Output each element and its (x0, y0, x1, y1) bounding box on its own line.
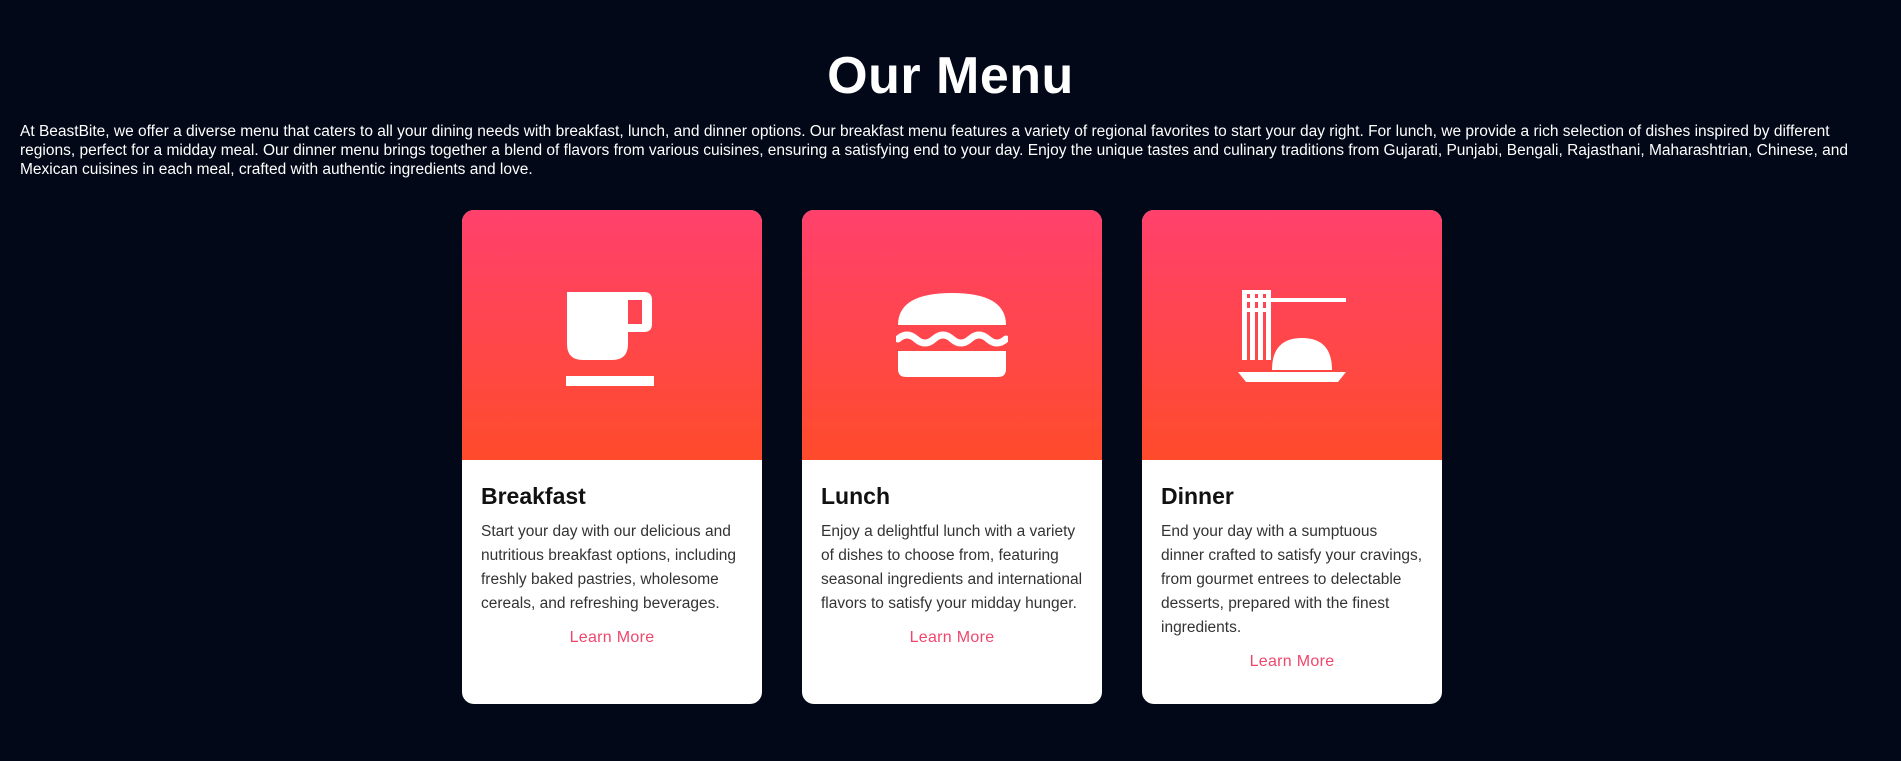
menu-cards: Breakfast Start your day with our delici… (462, 210, 1442, 704)
menu-card-breakfast: Breakfast Start your day with our delici… (462, 210, 762, 704)
card-title: Breakfast (481, 483, 586, 509)
section-intro: At BeastBite, we offer a diverse menu th… (20, 123, 1848, 178)
card-body: Dinner End your day with a sumptuous din… (1142, 460, 1442, 704)
burger-icon (896, 289, 1008, 381)
menu-card-lunch: Lunch Enjoy a delightful lunch with a va… (802, 210, 1102, 704)
learn-more-link[interactable]: Learn More (821, 629, 1083, 647)
card-title: Dinner (1161, 483, 1234, 509)
menu-card-dinner: Dinner End your day with a sumptuous din… (1142, 210, 1442, 704)
section-title: Our Menu (827, 47, 1074, 105)
card-description: End your day with a sumptuous dinner cra… (1161, 523, 1423, 636)
card-hero (462, 210, 762, 460)
card-description: Enjoy a delightful lunch with a variety … (821, 523, 1083, 612)
learn-more-link[interactable]: Learn More (1161, 653, 1423, 671)
card-body: Breakfast Start your day with our delici… (462, 460, 762, 704)
learn-more-link[interactable]: Learn More (481, 629, 743, 647)
card-body: Lunch Enjoy a delightful lunch with a va… (802, 460, 1102, 704)
menu-section: Our Menu At BeastBite, we offer a divers… (0, 0, 1901, 761)
card-hero (1142, 210, 1442, 460)
noodle-bowl-icon (1236, 284, 1348, 386)
coffee-cup-icon (562, 280, 662, 390)
card-hero (802, 210, 1102, 460)
card-title: Lunch (821, 483, 890, 509)
card-description: Start your day with our delicious and nu… (481, 523, 737, 612)
